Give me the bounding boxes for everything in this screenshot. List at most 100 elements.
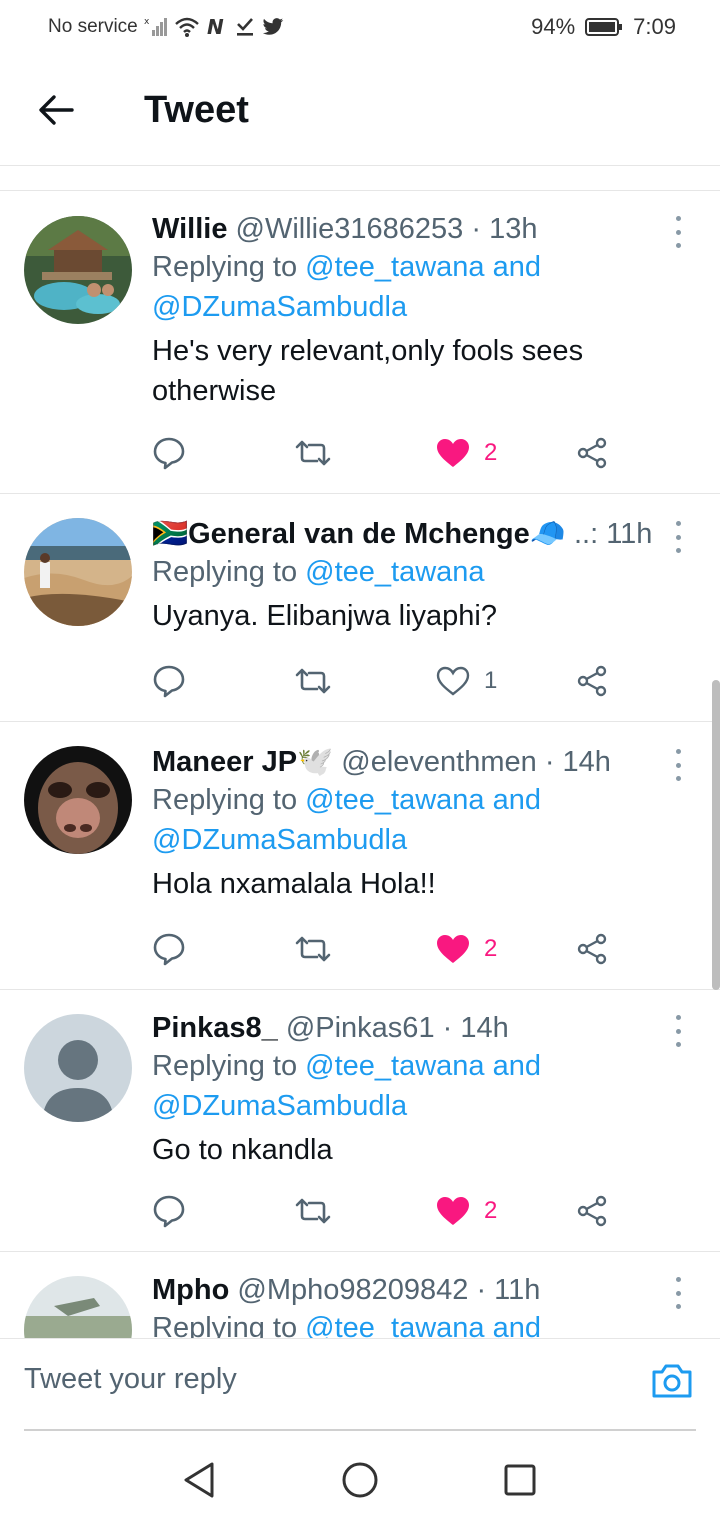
nav-recents-button[interactable] <box>500 1460 540 1500</box>
reply-button[interactable] <box>152 433 186 473</box>
share-button[interactable] <box>576 929 608 969</box>
retweet-icon <box>295 1198 331 1224</box>
tweet-item[interactable]: Mpho @Mpho98209842 · 11h Replying to @te… <box>0 1252 720 1338</box>
author-handle[interactable]: ..: <box>574 518 598 550</box>
like-count: 2 <box>484 935 498 962</box>
mention-link[interactable]: @tee_tawana and <box>305 1312 541 1338</box>
reply-button[interactable] <box>152 661 186 701</box>
replying-to: Replying to @tee_tawana and <box>152 1046 662 1086</box>
reply-button[interactable] <box>152 929 186 969</box>
tweet-item[interactable]: 🇿🇦General van de Mchenge🧢 ..: 11h Replyi… <box>0 494 720 722</box>
reply-icon <box>153 665 185 698</box>
retweet-icon <box>295 440 331 466</box>
cap-emoji: 🧢 <box>529 518 566 550</box>
flag-emoji: 🇿🇦 <box>152 518 189 550</box>
tweet-text: Go to nkandla <box>152 1130 662 1170</box>
author-name[interactable]: Pinkas8_ <box>152 1012 278 1044</box>
wifi-icon <box>174 17 199 37</box>
tweet-time: · 14h <box>544 746 611 778</box>
share-icon <box>577 1195 607 1227</box>
reply-icon <box>153 437 185 470</box>
tweet-time: 11h <box>606 518 653 550</box>
author-name[interactable]: Mpho <box>152 1274 229 1306</box>
nav-home-button[interactable] <box>340 1460 380 1500</box>
author-handle[interactable]: @Pinkas61 <box>286 1012 435 1044</box>
scrollbar[interactable] <box>712 680 720 990</box>
tweet-item[interactable]: Willie @Willie31686253 · 13h Replying to… <box>0 191 720 494</box>
back-button[interactable] <box>36 90 76 130</box>
tweet-item[interactable]: Pinkas8_ @Pinkas61 · 14h Replying to @te… <box>0 990 720 1252</box>
author-handle[interactable]: @eleventhmen <box>341 746 537 778</box>
like-button[interactable]: 2 <box>436 433 497 473</box>
more-options-button[interactable] <box>668 749 688 781</box>
avatar[interactable] <box>24 1276 132 1338</box>
tweet-time: · 13h <box>471 213 538 245</box>
avatar[interactable] <box>24 1014 132 1122</box>
mention-link[interactable]: @DZumaSambudla <box>152 291 407 323</box>
reply-icon <box>153 1195 185 1228</box>
replying-to: Replying to @tee_tawana <box>152 552 662 592</box>
share-button[interactable] <box>576 1191 608 1231</box>
nav-back-button[interactable] <box>180 1460 220 1500</box>
avatar[interactable] <box>24 518 132 626</box>
share-icon <box>577 665 607 697</box>
retweet-button[interactable] <box>295 661 331 701</box>
mention-link[interactable]: @tee_tawana and <box>305 784 541 816</box>
like-count: 2 <box>484 439 498 466</box>
circle-home-icon <box>342 1462 378 1498</box>
tweet-actions: 2 <box>152 433 632 473</box>
mention-link[interactable]: @tee_tawana <box>305 556 484 588</box>
author-name[interactable]: 🇿🇦General van de Mchenge🧢 <box>152 518 566 550</box>
tweet-item[interactable]: Maneer JP🕊️ @eleventhmen · 14h Replying … <box>0 722 720 990</box>
avatar[interactable] <box>24 216 132 324</box>
more-options-button[interactable] <box>668 1015 688 1047</box>
mention-link[interactable]: @tee_tawana and <box>305 1050 541 1082</box>
svg-text:x: x <box>144 17 150 27</box>
tweet-text-line: He's very relevant,only fools sees <box>152 335 584 367</box>
tweet-content: 🇿🇦General van de Mchenge🧢 ..: 11h Replyi… <box>152 516 662 636</box>
battery-percent: 94% <box>531 14 576 39</box>
reply-button[interactable] <box>152 1191 186 1231</box>
replying-prefix: Replying to <box>152 251 298 283</box>
reply-composer: Tweet your reply <box>0 1338 720 1431</box>
system-nav-bar <box>0 1432 720 1520</box>
mention-link[interactable]: @DZumaSambudla <box>152 1090 407 1122</box>
retweet-icon <box>295 668 331 694</box>
replying-to: Replying to @tee_tawana and <box>152 1308 662 1338</box>
share-button[interactable] <box>576 433 608 473</box>
more-options-button[interactable] <box>668 216 688 248</box>
replying-prefix: Replying to <box>152 1312 298 1338</box>
like-button[interactable]: 2 <box>436 1191 497 1231</box>
like-button[interactable]: 1 <box>436 661 497 701</box>
avatar-image <box>24 518 132 626</box>
triangle-back-icon <box>184 1462 214 1498</box>
tweet-header: 🇿🇦General van de Mchenge🧢 ..: 11h <box>152 516 662 552</box>
share-button[interactable] <box>576 661 608 701</box>
tweet-header: Willie @Willie31686253 · 13h <box>152 211 662 247</box>
mention-link[interactable]: @DZumaSambudla <box>152 824 407 856</box>
camera-icon <box>652 1364 692 1398</box>
retweet-button[interactable] <box>295 433 331 473</box>
tweet-header: Pinkas8_ @Pinkas61 · 14h <box>152 1010 662 1046</box>
more-options-button[interactable] <box>668 1277 688 1309</box>
tweet-text: Uyanya. Elibanjwa liyaphi? <box>152 596 662 636</box>
mention-link[interactable]: @tee_tawana and <box>305 251 541 283</box>
tweet-time: · 14h <box>442 1012 509 1044</box>
tweet-actions: 2 <box>152 929 632 969</box>
like-button[interactable]: 2 <box>436 929 497 969</box>
author-handle[interactable]: @Mpho98209842 <box>237 1274 468 1306</box>
reply-input[interactable]: Tweet your reply <box>24 1363 237 1396</box>
reply-icon <box>153 933 185 966</box>
heart-outline-icon <box>436 666 470 696</box>
retweet-button[interactable] <box>295 1191 331 1231</box>
app-header: Tweet <box>0 56 720 166</box>
retweet-icon <box>295 936 331 962</box>
avatar[interactable] <box>24 746 132 854</box>
camera-button[interactable] <box>650 1359 694 1403</box>
author-name[interactable]: Maneer JP🕊️ <box>152 746 333 778</box>
author-handle[interactable]: @Willie31686253 <box>236 213 464 245</box>
author-name[interactable]: Willie <box>152 213 227 245</box>
retweet-button[interactable] <box>295 929 331 969</box>
more-options-button[interactable] <box>668 521 688 553</box>
tweet-content: Willie @Willie31686253 · 13h Replying to… <box>152 211 662 411</box>
